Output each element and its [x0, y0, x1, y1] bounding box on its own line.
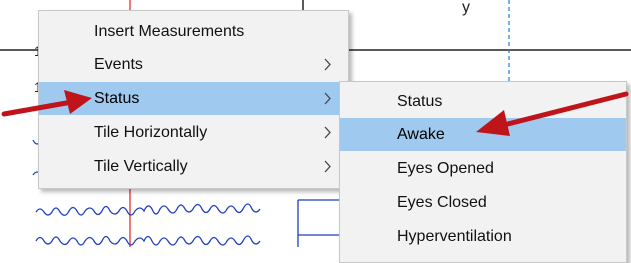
- menu-item-label: Insert Measurements: [94, 23, 245, 40]
- chevron-right-icon: [324, 92, 331, 105]
- menu-item-label: Status: [94, 90, 140, 107]
- menu-item-label: Events: [94, 56, 143, 73]
- submenu-item-eyes-closed[interactable]: Eyes Closed: [340, 186, 626, 219]
- submenu-item-label: Eyes Opened: [397, 160, 494, 177]
- chevron-right-icon: [324, 126, 331, 139]
- chevron-right-icon: [324, 58, 331, 71]
- submenu-item-label: Awake: [397, 126, 445, 143]
- edge-mark: y: [462, 0, 470, 16]
- chevron-right-icon: [324, 160, 331, 173]
- red-arrow-icon: [476, 91, 629, 136]
- submenu-item-label: Hyperventilation: [397, 228, 512, 245]
- menu-item-label: Tile Vertically: [94, 158, 188, 175]
- eeg-trace: [35, 235, 261, 246]
- menu-item-tile-vertically[interactable]: Tile Vertically: [39, 150, 348, 183]
- red-arrow-icon: [1, 90, 92, 117]
- submenu-item-label: Status: [397, 93, 443, 110]
- menu-item-label: Tile Horizontally: [94, 124, 208, 141]
- eeg-trace: [35, 203, 261, 216]
- submenu-item-label: Eyes Closed: [397, 194, 487, 211]
- submenu-item-hyperventilation[interactable]: Hyperventilation: [340, 220, 626, 253]
- channel-box: [297, 199, 339, 247]
- menu-item-insert-measurements[interactable]: Insert Measurements: [39, 15, 348, 48]
- submenu-item-eyes-opened[interactable]: Eyes Opened: [340, 152, 626, 185]
- menu-item-events[interactable]: Events: [39, 48, 348, 81]
